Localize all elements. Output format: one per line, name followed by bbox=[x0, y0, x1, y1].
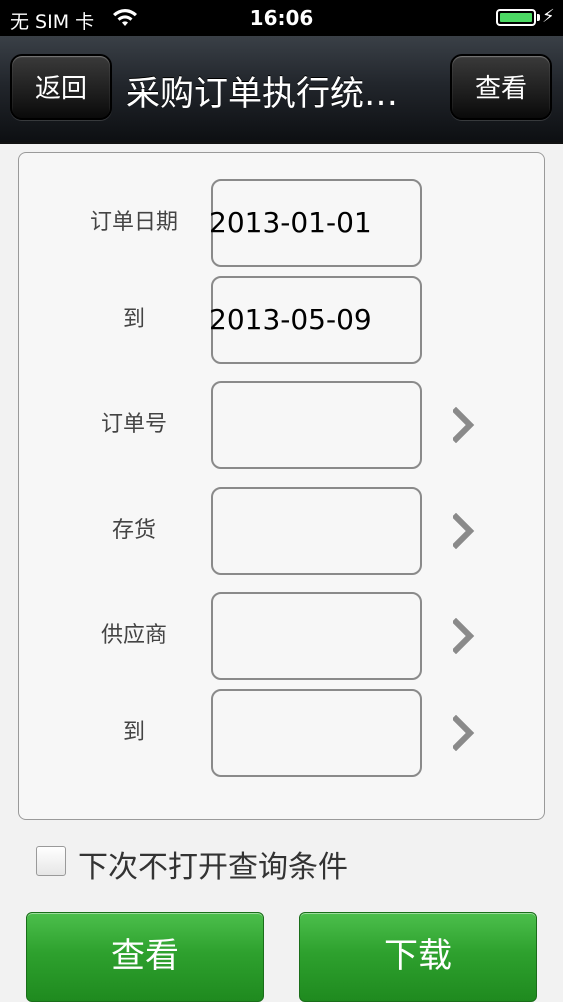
nav-view-button[interactable]: 查看 bbox=[450, 54, 552, 120]
status-bar: 无 SIM 卡 16:06 ⚡ bbox=[0, 0, 563, 36]
clock-label: 16:06 bbox=[249, 6, 314, 30]
order-date-label: 订单日期 bbox=[89, 210, 178, 235]
page-title: 采购订单执行统… bbox=[126, 74, 398, 114]
supplier-to-field[interactable] bbox=[211, 689, 422, 777]
view-button[interactable]: 查看 bbox=[26, 912, 264, 1002]
form-row-order-number: 订单号 bbox=[19, 381, 544, 469]
chevron-right-icon[interactable] bbox=[453, 513, 475, 549]
battery-tip bbox=[537, 14, 540, 21]
chevron-right-icon[interactable] bbox=[453, 715, 475, 751]
supplier-from-field[interactable] bbox=[211, 592, 422, 680]
back-button[interactable]: 返回 bbox=[10, 54, 112, 120]
battery-level bbox=[500, 13, 532, 22]
inventory-label: 存货 bbox=[111, 518, 156, 543]
navigation-bar: 返回 采购订单执行统… 查看 bbox=[0, 36, 563, 144]
chevron-right-icon[interactable] bbox=[453, 407, 475, 443]
form-row-supplier-to: 到 bbox=[19, 689, 544, 777]
form-row-order-date-from: 订单日期 2013-01-01 bbox=[19, 179, 544, 267]
dont-open-conditions-label[interactable]: 下次不打开查询条件 bbox=[78, 842, 348, 886]
inventory-field[interactable] bbox=[211, 487, 422, 575]
supplier-to-label: 到 bbox=[122, 720, 145, 745]
form-row-inventory: 存货 bbox=[19, 487, 544, 575]
download-button[interactable]: 下载 bbox=[299, 912, 537, 1002]
battery-icon bbox=[496, 9, 536, 26]
form-row-supplier-from: 供应商 bbox=[19, 592, 544, 680]
bolt-icon: ⚡ bbox=[542, 6, 555, 27]
query-form-panel: 订单日期 2013-01-01 到 2013-05-09 订单号 存货 供应商 … bbox=[18, 152, 545, 820]
order-date-to-field[interactable]: 2013-05-09 bbox=[209, 276, 422, 364]
dont-open-conditions-checkbox[interactable] bbox=[36, 846, 66, 876]
form-row-order-date-to: 到 2013-05-09 bbox=[19, 276, 544, 364]
order-number-label: 订单号 bbox=[100, 412, 167, 437]
order-date-from-field[interactable]: 2013-01-01 bbox=[209, 179, 422, 267]
chevron-right-icon[interactable] bbox=[453, 618, 475, 654]
date-to-label: 到 bbox=[122, 307, 145, 332]
order-number-field[interactable] bbox=[211, 381, 422, 469]
supplier-label: 供应商 bbox=[100, 623, 167, 648]
